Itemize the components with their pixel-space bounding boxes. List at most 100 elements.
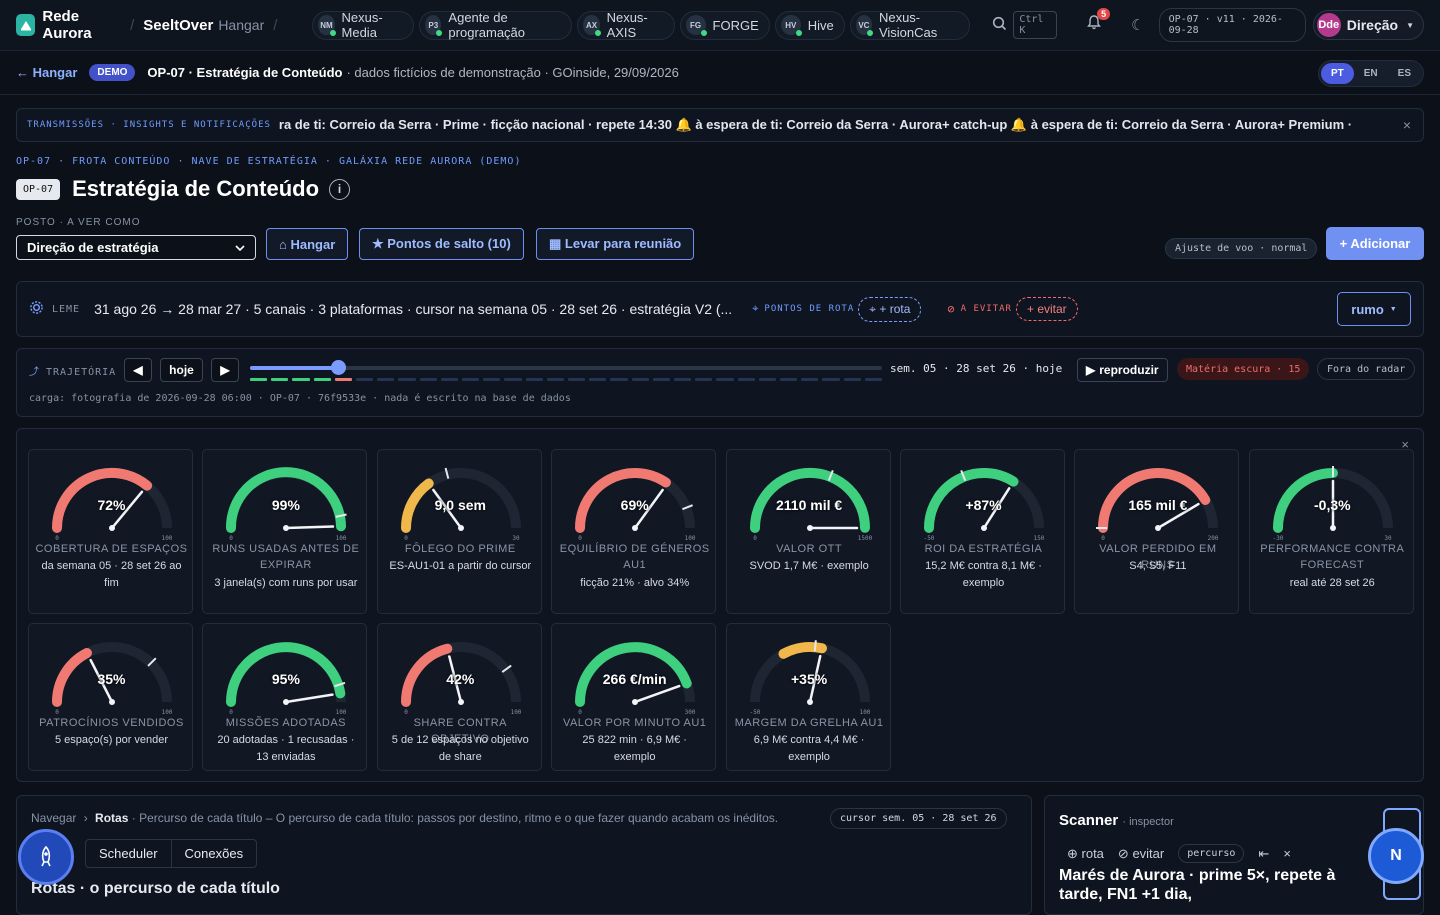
gauge-card[interactable]: -30 30 -0,3% PERFORMANCE CONTRA FORECAST rea… [1248, 449, 1414, 614]
week-segment[interactable] [652, 378, 671, 381]
user-menu[interactable]: Dde Direção ▼ [1312, 10, 1424, 40]
week-segment[interactable] [250, 378, 268, 381]
off-radar-badge[interactable]: Fora do radar [1317, 358, 1416, 380]
week-segment[interactable] [398, 378, 416, 381]
week-segment[interactable] [780, 378, 798, 381]
chevron-down-icon: ▼ [1406, 20, 1414, 30]
week-segment[interactable] [716, 378, 734, 381]
add-route-action[interactable]: ⊕ rota [1067, 846, 1104, 862]
avoid-label: ⊘ A EVITAR [947, 302, 1012, 316]
step-back-button[interactable]: ◀ [124, 358, 152, 382]
heading-dropdown[interactable]: rumo ▼ [1337, 292, 1411, 326]
add-avoid-button[interactable]: + evitar [1015, 297, 1078, 321]
week-segment[interactable] [843, 378, 861, 381]
week-segment[interactable] [525, 378, 543, 381]
rocket-launcher-icon[interactable] [18, 829, 74, 885]
tab-conexoes[interactable]: Conexões [170, 840, 257, 867]
week-segment[interactable] [504, 378, 522, 381]
week-segment[interactable] [271, 378, 289, 381]
avoid-action[interactable]: ⊘ evitar [1118, 846, 1164, 862]
route-chip[interactable]: percurso [1178, 844, 1245, 863]
week-segment[interactable] [462, 378, 480, 381]
gauge-card[interactable]: -50 100 +35% MARGEM DA GRELHA AU1 6,9 M€ con… [725, 623, 891, 771]
collapse-icon[interactable]: ⇤ [1258, 846, 1269, 862]
gauge-card[interactable]: 0 100 69% EQUILÍBRIO DE GÉNEROS AU1 ficção 2… [551, 449, 717, 614]
lang-en[interactable]: EN [1354, 63, 1388, 84]
week-segment[interactable] [674, 378, 692, 381]
week-segment[interactable] [864, 378, 883, 381]
week-segment[interactable] [610, 378, 628, 381]
ticker-message[interactable]: ra de ti: Correio da Serra · Prime · fic… [279, 117, 1391, 133]
timeline-handle[interactable] [331, 360, 347, 375]
workspace-pill[interactable]: P3 Agente de programação [419, 10, 573, 40]
week-segment[interactable] [695, 378, 713, 381]
workspace-pill[interactable]: NM Nexus-Media [312, 10, 415, 40]
crumb-root[interactable]: Navegar [31, 811, 76, 825]
step-forward-button[interactable]: ▶ [211, 358, 239, 382]
helm-bar: LEME 31 ago 26 → 28 mar 27 · 5 canais · … [16, 281, 1424, 337]
week-segment[interactable] [589, 378, 607, 381]
take-to-meeting-button[interactable]: ▦ Levar para reunião [536, 228, 695, 260]
flight-adjust-badge[interactable]: Ajuste de voo · normal [1165, 238, 1318, 259]
close-icon[interactable]: × [1391, 117, 1423, 133]
week-segment[interactable] [822, 378, 840, 381]
add-route-button[interactable]: ⌖ + rota [858, 296, 922, 322]
assistant-badge[interactable]: N [1368, 828, 1424, 884]
gauge-card[interactable]: 0 100 95% MISSÕES ADOTADAS 20 adotadas · 1 r… [202, 623, 368, 771]
today-button[interactable]: hoje [160, 358, 203, 382]
close-icon[interactable]: × [1283, 846, 1291, 861]
app-logo-icon[interactable] [16, 14, 36, 36]
gauge-card[interactable]: 0 100 35% PATROCÍNIOS VENDIDOS 5 espaço(s) p… [28, 623, 193, 771]
search-icon[interactable] [992, 16, 1007, 34]
gauge-card[interactable]: 0 1500 2110 mil € VALOR OTT SVOD 1,7 M€ · ex… [725, 449, 891, 614]
app-brand[interactable]: Rede Aurora [42, 8, 121, 42]
week-segment[interactable] [758, 378, 777, 381]
pin-icon: ⌖ [752, 302, 760, 315]
gauge-card[interactable]: 0 30 9,0 sem FÔLEGO DO PRIME ES-AU1-01 a par… [376, 449, 542, 614]
info-icon[interactable]: i [329, 178, 351, 200]
gauge-card[interactable]: 0 300 266 €/min VALOR POR MINUTO AU1 25 822 … [551, 623, 717, 771]
gauge-value: 9,0 sem [434, 497, 486, 513]
back-to-hangar-link[interactable]: ← Hangar [16, 65, 77, 80]
week-segment[interactable] [483, 378, 501, 381]
theme-toggle-moon-icon[interactable]: ☾ [1131, 16, 1144, 34]
notifications-bell-icon[interactable]: 5 [1087, 8, 1111, 35]
gauge-label: COBERTURA DE ESPAÇOS [35, 543, 188, 555]
tab-scheduler[interactable]: Scheduler [86, 840, 171, 867]
workspace-pill[interactable]: VC Nexus-VisionCas [849, 10, 971, 40]
gauge-hub [632, 699, 639, 705]
post-select-value: Direção de estratégia [27, 240, 159, 255]
gauge-card[interactable]: 0 100 72% COBERTURA DE ESPAÇOS da semana 05 … [28, 449, 193, 614]
week-segment[interactable] [419, 378, 437, 381]
week-segment[interactable] [292, 378, 310, 381]
lang-es[interactable]: ES [1388, 63, 1421, 84]
week-segment[interactable] [546, 378, 565, 381]
week-segment[interactable] [313, 378, 331, 381]
week-segment[interactable] [377, 378, 395, 381]
product-name[interactable]: SeeltOver [143, 17, 213, 34]
workspace-pill[interactable]: AX Nexus-AXIS [577, 10, 675, 40]
week-segment[interactable] [334, 378, 353, 381]
week-segment[interactable] [440, 378, 459, 381]
workspace-pill[interactable]: HV Hive [774, 10, 845, 40]
week-segment[interactable] [801, 378, 819, 381]
gauge-card[interactable]: 0 100 42% SHARE CONTRA OBJETIVO 5 de 12 espa… [376, 623, 542, 771]
lang-pt[interactable]: PT [1320, 63, 1354, 84]
week-segment[interactable] [356, 378, 374, 381]
hangar-button[interactable]: ⌂ Hangar [266, 228, 349, 260]
gauge-card[interactable]: 0 200 165 mil € VALOR PERDIDO EM RUNS S4, S5… [1074, 449, 1240, 614]
timeline-slider[interactable] [250, 360, 882, 375]
jump-points-button[interactable]: ★ Pontos de salto (10) [359, 228, 524, 260]
post-select[interactable]: Direção de estratégia [16, 235, 256, 260]
play-button[interactable]: ▶ reproduzir [1077, 358, 1168, 382]
gauge-card[interactable]: -50 150 +87% ROI DA ESTRATÉGIA 15,2 M€ contr… [900, 449, 1065, 614]
add-button[interactable]: + Adicionar [1326, 227, 1424, 260]
dark-matter-badge[interactable]: Matéria escura · 15 [1177, 358, 1310, 380]
top-bar: Rede Aurora / SeeltOver Hangar / NM Nexus… [0, 0, 1440, 51]
week-segment[interactable] [568, 378, 586, 381]
search-shortcut[interactable]: Ctrl K [1013, 11, 1058, 39]
workspace-pill[interactable]: FG FORGE [679, 10, 770, 40]
week-segment[interactable] [631, 378, 649, 381]
gauge-card[interactable]: 0 100 99% RUNS USADAS ANTES DE EXPIRAR 3 jan… [202, 449, 368, 614]
week-segment[interactable] [737, 378, 755, 381]
